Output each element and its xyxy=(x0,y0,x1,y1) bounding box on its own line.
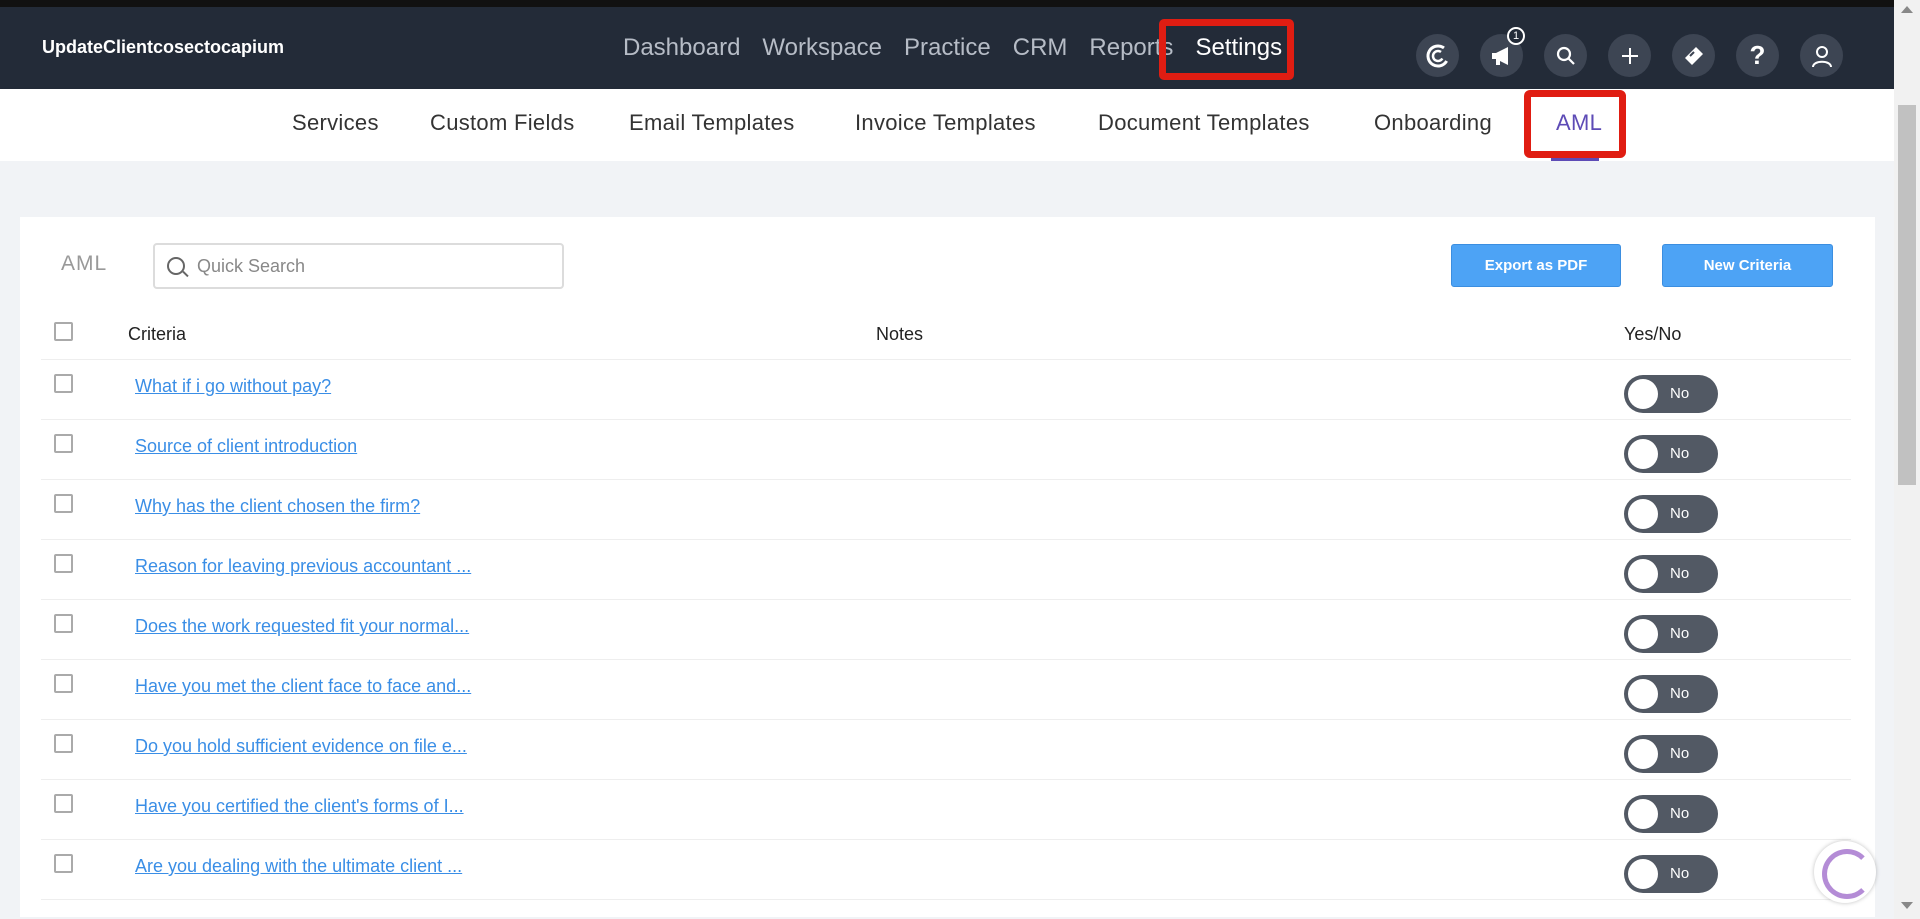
help-icon[interactable]: ? xyxy=(1736,34,1779,77)
yes-no-toggle[interactable]: No xyxy=(1624,855,1718,893)
plus-icon[interactable] xyxy=(1608,34,1651,77)
select-all-checkbox[interactable] xyxy=(54,322,73,341)
tab-custom-fields[interactable]: Custom Fields xyxy=(430,110,575,136)
toggle-label: No xyxy=(1670,625,1690,642)
criteria-link[interactable]: Source of client introduction xyxy=(135,436,357,457)
toggle-label: No xyxy=(1670,505,1690,522)
table-row: Have you met the client face to face and… xyxy=(41,660,1851,720)
row-checkbox[interactable] xyxy=(54,734,73,753)
nav-practice[interactable]: Practice xyxy=(904,31,991,65)
search-icon[interactable] xyxy=(1544,34,1587,77)
column-yes-no: Yes/No xyxy=(1624,324,1682,344)
yes-no-toggle[interactable]: No xyxy=(1624,435,1718,473)
yes-no-toggle[interactable]: No xyxy=(1624,675,1718,713)
row-checkbox[interactable] xyxy=(54,494,73,513)
user-icon[interactable] xyxy=(1800,34,1843,77)
table-row: What if i go without pay? No xyxy=(41,360,1851,420)
toggle-knob xyxy=(1628,619,1658,649)
scroll-thumb[interactable] xyxy=(1898,105,1916,485)
yes-no-toggle[interactable]: No xyxy=(1624,795,1718,833)
toggle-knob xyxy=(1628,859,1658,889)
search-input[interactable] xyxy=(197,253,547,279)
scroll-up-icon[interactable] xyxy=(1901,6,1913,13)
criteria-link[interactable]: Have you met the client face to face and… xyxy=(135,676,471,697)
table-row: Source of client introduction No xyxy=(41,420,1851,480)
yes-no-toggle[interactable]: No xyxy=(1624,615,1718,653)
table-row: Reason for leaving previous accountant .… xyxy=(41,540,1851,600)
quick-search[interactable] xyxy=(153,243,564,289)
table-row: Have you certified the client's forms of… xyxy=(41,780,1851,840)
row-checkbox[interactable] xyxy=(54,854,73,873)
nav-crm[interactable]: CRM xyxy=(1013,31,1068,65)
page-title: AML xyxy=(61,252,108,275)
yes-no-toggle[interactable]: No xyxy=(1624,555,1718,593)
tab-onboarding[interactable]: Onboarding xyxy=(1374,110,1492,136)
criteria-link[interactable]: Do you hold sufficient evidence on file … xyxy=(135,736,467,757)
column-notes: Notes xyxy=(876,324,924,344)
row-checkbox[interactable] xyxy=(54,434,73,453)
toggle-label: No xyxy=(1670,745,1690,762)
ticket-icon[interactable] xyxy=(1672,34,1715,77)
yes-no-toggle[interactable]: No xyxy=(1624,495,1718,533)
tab-document-templates[interactable]: Document Templates xyxy=(1098,110,1310,136)
toggle-label: No xyxy=(1670,385,1690,402)
megaphone-icon[interactable]: 1 xyxy=(1480,27,1525,77)
row-checkbox[interactable] xyxy=(54,554,73,573)
toggle-knob xyxy=(1628,679,1658,709)
toggle-knob xyxy=(1628,799,1658,829)
search-icon xyxy=(167,257,185,275)
nav-icons: 1 ? xyxy=(1416,27,1864,77)
yes-no-toggle[interactable]: No xyxy=(1624,375,1718,413)
top-navbar: UpdateClientcosectocapium Dashboard Work… xyxy=(0,0,1920,89)
export-pdf-button[interactable]: Export as PDF xyxy=(1451,244,1621,287)
column-criteria: Criteria xyxy=(128,324,187,344)
toggle-label: No xyxy=(1670,805,1690,822)
toggle-knob xyxy=(1628,739,1658,769)
tab-services[interactable]: Services xyxy=(292,110,379,136)
criteria-link[interactable]: Have you certified the client's forms of… xyxy=(135,796,464,817)
toggle-knob xyxy=(1628,439,1658,469)
row-checkbox[interactable] xyxy=(54,614,73,633)
notification-badge: 1 xyxy=(1507,27,1525,45)
toggle-label: No xyxy=(1670,865,1690,882)
toggle-label: No xyxy=(1670,565,1690,582)
nav-workspace[interactable]: Workspace xyxy=(762,31,882,65)
table-row: Do you hold sufficient evidence on file … xyxy=(41,720,1851,780)
criteria-link[interactable]: Reason for leaving previous accountant .… xyxy=(135,556,471,577)
settings-highlight-box xyxy=(1159,19,1294,80)
chat-widget-icon[interactable] xyxy=(1814,841,1876,903)
toggle-knob xyxy=(1628,559,1658,589)
table-row: Does the work requested fit your normal.… xyxy=(41,600,1851,660)
toggle-knob xyxy=(1628,379,1658,409)
aml-highlight-box xyxy=(1524,90,1626,158)
criteria-link[interactable]: What if i go without pay? xyxy=(135,376,331,397)
tab-invoice-templates[interactable]: Invoice Templates xyxy=(855,110,1036,136)
criteria-link[interactable]: Does the work requested fit your normal.… xyxy=(135,616,469,637)
table-header: Criteria Notes Yes/No xyxy=(41,320,1851,360)
row-checkbox[interactable] xyxy=(54,374,73,393)
row-checkbox[interactable] xyxy=(54,674,73,693)
criteria-link[interactable]: Are you dealing with the ultimate client… xyxy=(135,856,462,877)
capium-logo-icon[interactable] xyxy=(1416,34,1459,77)
table-row: Why has the client chosen the firm? No xyxy=(41,480,1851,540)
brand-name[interactable]: UpdateClientcosectocapium xyxy=(42,37,284,58)
table-row: Are you dealing with the ultimate client… xyxy=(41,840,1851,900)
new-criteria-button[interactable]: New Criteria xyxy=(1662,244,1833,287)
scroll-down-icon[interactable] xyxy=(1901,902,1913,909)
page-scrollbar[interactable] xyxy=(1894,0,1920,919)
yes-no-toggle[interactable]: No xyxy=(1624,735,1718,773)
criteria-link[interactable]: Why has the client chosen the firm? xyxy=(135,496,420,517)
toggle-knob xyxy=(1628,499,1658,529)
row-checkbox[interactable] xyxy=(54,794,73,813)
toggle-label: No xyxy=(1670,685,1690,702)
toggle-label: No xyxy=(1670,445,1690,462)
tab-email-templates[interactable]: Email Templates xyxy=(629,110,795,136)
nav-dashboard[interactable]: Dashboard xyxy=(623,31,740,65)
